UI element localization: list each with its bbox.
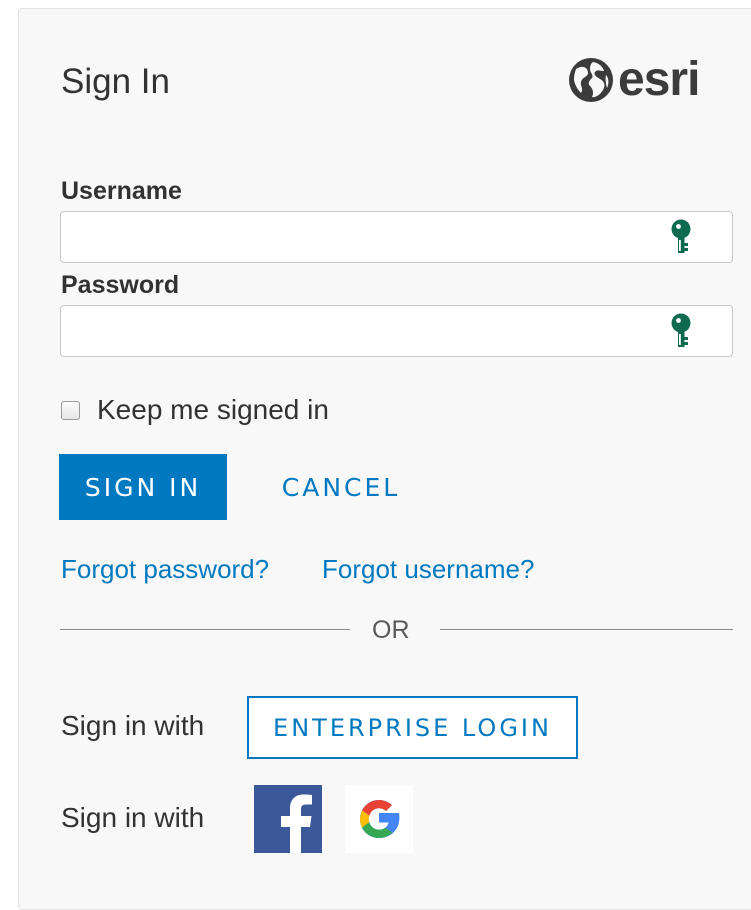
forgot-username-link[interactable]: Forgot username? [322, 552, 534, 586]
keep-signed-in-row: Keep me signed in [61, 392, 329, 428]
globe-icon [569, 58, 613, 102]
password-field-wrapper [60, 305, 733, 357]
password-input[interactable] [61, 306, 675, 354]
divider-line-right [440, 629, 733, 630]
google-icon [345, 785, 413, 853]
password-label: Password [61, 271, 180, 299]
esri-logo: esri [566, 53, 700, 106]
key-icon [671, 313, 691, 347]
keep-signed-in-label[interactable]: Keep me signed in [97, 392, 329, 428]
username-label: Username [61, 177, 182, 205]
username-field-wrapper [60, 211, 733, 263]
sign-in-with-label: Sign in with [61, 710, 205, 741]
facebook-icon [254, 785, 322, 853]
page-title: Sign In [61, 62, 170, 101]
keep-signed-in-checkbox[interactable] [61, 400, 80, 420]
username-input[interactable] [61, 212, 675, 260]
or-divider: OR [60, 612, 733, 648]
sign-in-button[interactable]: SIGN IN [59, 454, 227, 520]
logo-text: esri [618, 53, 700, 106]
or-text: OR [372, 616, 410, 644]
key-icon [671, 219, 691, 253]
google-sign-in-button[interactable] [345, 785, 413, 853]
enterprise-login-button[interactable]: ENTERPRISE LOGIN [247, 696, 578, 759]
facebook-sign-in-button[interactable] [254, 785, 322, 853]
forgot-password-link[interactable]: Forgot password? [61, 552, 269, 586]
divider-line-left [60, 629, 350, 630]
sign-in-with-label: Sign in with [61, 802, 205, 833]
cancel-button[interactable]: CANCEL [256, 454, 426, 520]
